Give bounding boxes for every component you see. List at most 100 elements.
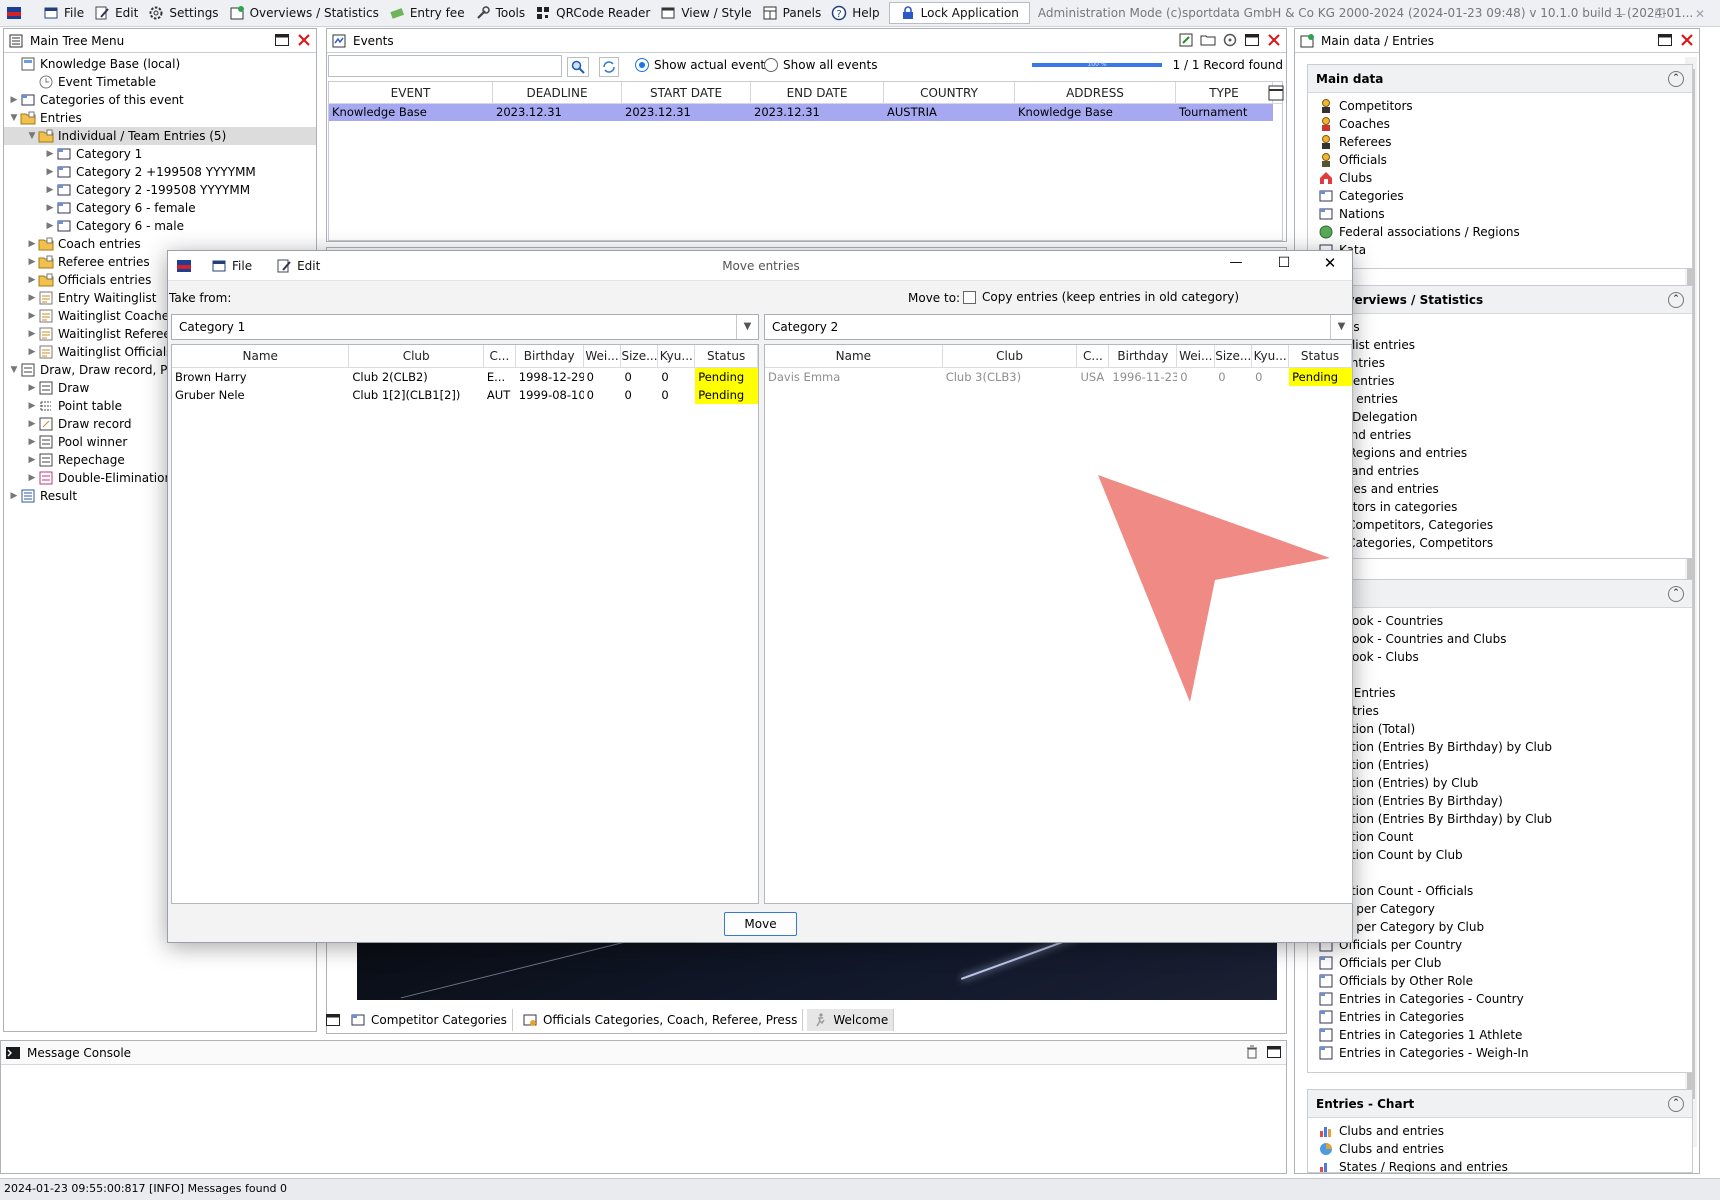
list-column-header[interactable]: Kyu... (1252, 345, 1290, 367)
menu-help[interactable]: ? Help (826, 2, 884, 25)
main_data-item[interactable]: Federal associations / Regions (1318, 223, 1692, 241)
tree-categories-of-event[interactable]: ▶ Categories of this event (4, 91, 316, 109)
lists-item[interactable]: Officials per Club (1318, 954, 1692, 972)
column-chooser-icon[interactable] (1268, 85, 1284, 101)
events-column-header[interactable]: ADDRESS (1015, 82, 1176, 103)
chevron-down-icon[interactable]: ▼ (736, 315, 758, 339)
menu-entry-fee[interactable]: Entry fee (384, 2, 470, 25)
collapse-arrow-icon[interactable]: ▶ (26, 397, 38, 415)
collapse-arrow-icon[interactable]: ▶ (26, 253, 38, 271)
menu-qrcode[interactable]: QRCode Reader (530, 2, 655, 25)
app-maximize-button[interactable]: ❐ (1640, 0, 1680, 26)
tree-category-6-female[interactable]: ▶ Category 6 - female (4, 199, 316, 217)
collapse-arrow-icon[interactable]: ▶ (26, 433, 38, 451)
collapse-arrow-icon[interactable]: ▶ (26, 271, 38, 289)
copy-entries-checkbox[interactable]: Copy entries (keep entries in old catego… (963, 290, 1239, 304)
section-entries-chart-header[interactable]: Entries - Chart ⌃ (1308, 1090, 1692, 1118)
main_data-item[interactable]: Competitors (1318, 97, 1692, 115)
overviews-item[interactable]: ach entries (1318, 354, 1692, 372)
overviews-item[interactable]: ficials entries (1318, 390, 1692, 408)
lock-application-button[interactable]: Lock Application (888, 2, 1030, 24)
menu-overviews[interactable]: Overviews / Statistics (224, 2, 384, 25)
overviews-item[interactable]: tegories and entries (1318, 480, 1692, 498)
chart-item[interactable]: Clubs and entries (1318, 1140, 1692, 1158)
collapse-arrow-icon[interactable]: ▶ (26, 379, 38, 397)
events-column-header[interactable]: DEADLINE (493, 82, 622, 103)
dialog-menu-edit[interactable]: Edit (271, 254, 325, 277)
search-icon[interactable] (567, 57, 589, 77)
collapse-arrow-icon[interactable]: ▶ (26, 289, 38, 307)
section-main-data-header[interactable]: Main data ⌃ (1308, 65, 1692, 93)
events-search-input[interactable] (328, 55, 562, 77)
menu-file[interactable]: File (38, 2, 89, 25)
collapse-arrow-icon[interactable]: ▶ (26, 469, 38, 487)
sync-icon[interactable] (599, 57, 619, 77)
tree-entries[interactable]: ▼ Entries (4, 109, 316, 127)
list-column-header[interactable]: C... (484, 345, 516, 367)
list-column-header[interactable]: Club (349, 345, 484, 367)
entry-row[interactable]: Brown Harry Club 2(CLB2) E... 1998-12-29 0 0 0… (172, 368, 758, 386)
collapse-arrow-icon[interactable]: ▶ (26, 235, 38, 253)
tab-welcome[interactable]: Welcome (807, 1009, 895, 1031)
overviews-item[interactable]: ubs, Competitors, Categories (1318, 516, 1692, 534)
close-panel-icon[interactable] (296, 32, 312, 48)
lists-item[interactable]: ficials per Category by Club (1318, 918, 1692, 936)
radio-checked[interactable] (635, 58, 649, 72)
chevron-down-icon[interactable]: ▼ (1330, 315, 1352, 339)
tree-individual-team-entries[interactable]: ▼ Individual / Team Entries (5) (4, 127, 316, 145)
list-column-header[interactable]: Name (765, 345, 943, 367)
main_data-item[interactable]: Clubs (1318, 169, 1692, 187)
events-column-header[interactable]: EVENT (329, 82, 493, 103)
list-column-header[interactable]: C... (1077, 345, 1110, 367)
lists-item[interactable]: Entries in Categories (1318, 1008, 1692, 1026)
trash-icon[interactable] (1244, 1044, 1260, 1060)
show-actual-radio[interactable]: Show actual events (635, 58, 771, 72)
collapse-arrow-icon[interactable]: ▶ (8, 487, 20, 505)
main_data-item[interactable]: Nations (1318, 205, 1692, 223)
main_data-item[interactable]: Officials (1318, 151, 1692, 169)
lists-item[interactable]: ticipation (Entries) by Club (1318, 774, 1692, 792)
collapse-arrow-icon[interactable]: ▶ (44, 217, 56, 235)
list-column-header[interactable]: Size... (1215, 345, 1253, 367)
events-column-header[interactable]: TYPE (1176, 82, 1273, 103)
lists-item[interactable]: sult Book - Countries and Clubs (1318, 630, 1692, 648)
expand-arrow-icon[interactable]: ▼ (26, 127, 38, 145)
dialog-close-button[interactable]: ✕ (1318, 254, 1342, 272)
tab-officials-categories[interactable]: Officials Categories, Coach, Referee, Pr… (517, 1009, 804, 1031)
list-column-header[interactable]: Wei... (1177, 345, 1216, 367)
main_data-item[interactable]: Referees (1318, 133, 1692, 151)
lists-item[interactable]: Officials by Other Role (1318, 972, 1692, 990)
menu-view-style[interactable]: View / Style (655, 2, 756, 25)
maximize-panel-icon[interactable] (1266, 1044, 1282, 1060)
take-from-combo[interactable]: Category 1 ▼ (171, 314, 759, 340)
list-column-header[interactable]: Birthday (516, 345, 584, 367)
lists-item[interactable]: ficials per Category (1318, 900, 1692, 918)
events-column-header[interactable]: END DATE (751, 82, 884, 103)
lists-item[interactable]: Entries in Categories - Weigh-In (1318, 1044, 1692, 1062)
overviews-item[interactable]: entries (1318, 318, 1692, 336)
close-panel-icon[interactable] (1679, 32, 1695, 48)
events-table-row[interactable]: Knowledge Base 2023.12.31 2023.12.31 2023.1… (329, 104, 1273, 121)
menu-settings[interactable]: Settings (143, 2, 223, 25)
collapse-icon[interactable]: ⌃ (1668, 292, 1684, 308)
maximize-panel-icon[interactable] (1244, 32, 1260, 48)
lists-item[interactable]: ticipation Count by Club (1318, 846, 1692, 864)
expand-arrow-icon[interactable]: ▼ (8, 361, 20, 379)
lists-item[interactable]: Entries in Categories - Country (1318, 990, 1692, 1008)
entry-row[interactable]: Davis Emma Club 3(CLB3) USA 1996-11-23 0 0 0 Pe… (765, 368, 1352, 386)
chart-item[interactable]: Clubs and entries (1318, 1122, 1692, 1140)
lists-item[interactable]: ticipation (Entries By Birthday) (1318, 792, 1692, 810)
collapse-arrow-icon[interactable]: ▶ (26, 451, 38, 469)
section-lists-header[interactable]: ts⌃ (1308, 580, 1692, 608)
tree-knowledge-base[interactable]: Knowledge Base (local) (4, 55, 316, 73)
app-close-button[interactable]: ✕ (1680, 0, 1720, 26)
collapse-arrow-icon[interactable]: ▶ (8, 91, 20, 109)
tab-competitor-categories[interactable]: Competitor Categories (345, 1009, 513, 1031)
main_data-item[interactable]: Categories (1318, 187, 1692, 205)
tree-category-2-plus[interactable]: ▶ Category 2 +199508 YYYYMM (4, 163, 316, 181)
lists-item[interactable]: untry Entries (1318, 684, 1692, 702)
overviews-item[interactable]: tions and entries (1318, 462, 1692, 480)
open-folder-icon[interactable] (1200, 32, 1216, 48)
collapse-icon[interactable]: ⌃ (1668, 586, 1684, 602)
lists-item[interactable] (1318, 666, 1692, 684)
